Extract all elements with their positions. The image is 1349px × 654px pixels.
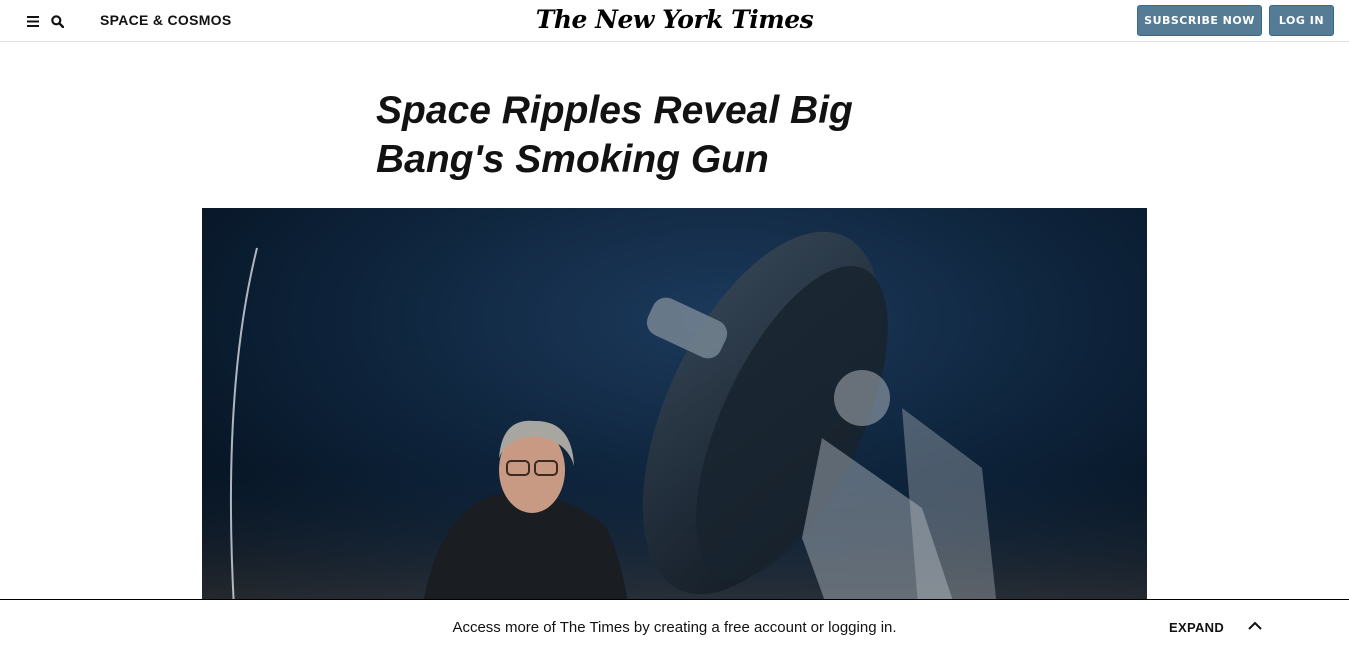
menu-icon[interactable] — [26, 14, 40, 28]
section-link-space-cosmos[interactable]: SPACE & COSMOS — [100, 12, 232, 28]
login-button[interactable]: LOG IN — [1269, 5, 1334, 36]
search-icon[interactable] — [50, 14, 64, 28]
header-controls — [26, 12, 74, 30]
expand-button[interactable]: EXPAND — [1169, 620, 1224, 635]
chevron-up-icon[interactable] — [1246, 619, 1264, 633]
article-headline: Space Ripples Reveal Big Bang's Smoking … — [376, 89, 853, 181]
subscribe-button[interactable]: SUBSCRIBE NOW — [1137, 5, 1262, 36]
registration-banner: Access more of The Times by creating a f… — [0, 599, 1349, 654]
banner-message: Access more of The Times by creating a f… — [452, 619, 897, 636]
hero-image — [202, 208, 1147, 654]
site-header: SPACE & COSMOS The New York Times SUBSCR… — [0, 0, 1349, 42]
